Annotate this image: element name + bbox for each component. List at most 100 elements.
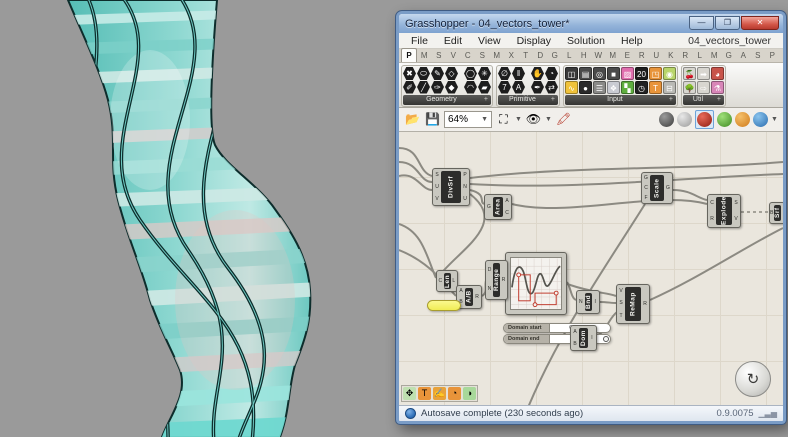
- text-widget-icon[interactable]: T: [418, 387, 431, 400]
- node-area[interactable]: GAreaAC: [484, 194, 512, 220]
- ball-red-icon[interactable]: ◕: [711, 67, 724, 80]
- tab-r-19[interactable]: R: [678, 49, 693, 62]
- preview-off-sphere-icon[interactable]: [659, 112, 674, 127]
- pencil-icon[interactable]: ✐: [403, 81, 416, 94]
- palette-tool-icon[interactable]: ❖: [607, 81, 620, 94]
- maximize-button[interactable]: ❐: [715, 16, 740, 30]
- input-port-v[interactable]: V: [617, 289, 625, 294]
- chevron-down-icon[interactable]: ▼: [771, 116, 778, 123]
- cherry-picker-icon[interactable]: 🍒: [683, 67, 696, 80]
- menu-item-solution[interactable]: Solution: [559, 35, 613, 47]
- menu-item-help[interactable]: Help: [613, 35, 651, 47]
- creeper-tool-icon[interactable]: ▚: [621, 81, 634, 94]
- preview-shaded-gem-icon-selected[interactable]: [695, 110, 714, 129]
- node-srf[interactable]: BSrf: [769, 202, 783, 224]
- input-port-f[interactable]: F: [642, 196, 650, 201]
- preview-shaded-gem-icon[interactable]: [697, 112, 712, 127]
- focus-extents-icon[interactable]: ⛶: [495, 111, 512, 128]
- chevron-down-icon[interactable]: ▼: [515, 116, 522, 123]
- input-port-a[interactable]: A: [457, 289, 465, 294]
- open-file-icon[interactable]: 📂: [404, 111, 421, 128]
- input-port-c[interactable]: C: [708, 201, 716, 206]
- sketch-widget-icon[interactable]: ✍: [433, 387, 446, 400]
- tab-s-5[interactable]: S: [475, 49, 490, 62]
- tree-icon[interactable]: 🌳: [683, 81, 696, 94]
- surface-icon[interactable]: ▰: [478, 81, 491, 94]
- input-port-g[interactable]: G: [485, 205, 493, 210]
- input-port-b[interactable]: B: [571, 342, 579, 347]
- hand-icon[interactable]: ✋: [531, 67, 544, 80]
- tab-r-16[interactable]: R: [635, 49, 650, 62]
- yellow-panel-capsule[interactable]: [427, 300, 461, 311]
- node-scale[interactable]: GCFScaleG: [641, 172, 673, 204]
- input-port-g[interactable]: G: [642, 176, 650, 181]
- arrow-hollow-icon[interactable]: ⇨: [697, 81, 710, 94]
- slider-tool-icon[interactable]: ◫: [565, 67, 578, 80]
- output-port-r[interactable]: R: [473, 295, 481, 300]
- tab-v-3[interactable]: V: [446, 49, 461, 62]
- plane-icon[interactable]: ◇: [445, 67, 458, 80]
- menu-item-edit[interactable]: Edit: [436, 35, 470, 47]
- output-port-r[interactable]: R: [641, 302, 649, 307]
- group-expand-icon[interactable]: +: [669, 95, 673, 105]
- graph-tool-icon[interactable]: ∿: [565, 81, 578, 94]
- number-icon[interactable]: 7: [498, 81, 511, 94]
- menu-item-display[interactable]: Display: [509, 35, 559, 47]
- swap-icon[interactable]: ⇄: [545, 81, 558, 94]
- output-port-r[interactable]: R: [500, 278, 507, 283]
- tab-k-18[interactable]: K: [664, 49, 679, 62]
- node-range[interactable]: DNRangeR: [485, 260, 508, 300]
- tab-x-7[interactable]: X: [504, 49, 519, 62]
- output-port-v[interactable]: V: [732, 217, 740, 222]
- tag-tool-icon[interactable]: T: [649, 81, 662, 94]
- output-port-u[interactable]: U: [461, 197, 469, 202]
- knob-tool-icon[interactable]: ◎: [593, 67, 606, 80]
- input-port-v[interactable]: V: [433, 197, 441, 202]
- input-port-u[interactable]: U: [433, 185, 441, 190]
- menu-item-file[interactable]: File: [403, 35, 436, 47]
- tab-m-1[interactable]: M: [417, 49, 432, 62]
- output-port-p[interactable]: P: [461, 173, 469, 178]
- relay-icon[interactable]: ➡: [697, 67, 710, 80]
- ball-orange-icon[interactable]: [735, 112, 750, 127]
- ink-icon[interactable]: ✒: [531, 81, 544, 94]
- preview-wire-sphere-icon[interactable]: [677, 112, 692, 127]
- canvas-navigation-compass[interactable]: ↻: [735, 361, 771, 397]
- output-port-s[interactable]: S: [732, 201, 740, 206]
- move-widget-icon[interactable]: ✥: [403, 387, 416, 400]
- input-port-s[interactable]: S: [433, 173, 441, 178]
- tab-e-15[interactable]: E: [620, 49, 635, 62]
- input-port-n[interactable]: N: [577, 300, 585, 305]
- pen-icon[interactable]: ✑: [431, 81, 444, 94]
- tab-s-24[interactable]: S: [751, 49, 766, 62]
- output-port-i[interactable]: I: [588, 336, 596, 341]
- diamond-icon[interactable]: ◆: [445, 81, 458, 94]
- output-port-a[interactable]: A: [503, 199, 511, 204]
- gradient-tool-icon[interactable]: ▨: [621, 67, 634, 80]
- tab-l-20[interactable]: L: [693, 49, 708, 62]
- tab-w-13[interactable]: W: [591, 49, 606, 62]
- node-explode[interactable]: CRExplodeSV: [707, 194, 741, 228]
- sphere-tool-icon[interactable]: ●: [579, 81, 592, 94]
- tab-d-9[interactable]: D: [533, 49, 548, 62]
- text-icon[interactable]: A: [512, 81, 525, 94]
- slider-knob[interactable]: [603, 336, 609, 342]
- preview-widget-icon[interactable]: ◑: [463, 387, 476, 400]
- spray-green-icon[interactable]: [717, 112, 732, 127]
- input-port-a[interactable]: A: [571, 330, 579, 335]
- list-tool-icon[interactable]: ☰: [593, 81, 606, 94]
- tab-l-11[interactable]: L: [562, 49, 577, 62]
- circle-icon[interactable]: ◯: [464, 67, 477, 80]
- tab-h-12[interactable]: H: [577, 49, 592, 62]
- null-item-icon[interactable]: ∅: [498, 67, 511, 80]
- group-expand-icon[interactable]: +: [717, 95, 721, 105]
- node-canvas[interactable]: Domain start 0.260 Domain end -0.760 ✥T✍…: [399, 132, 783, 405]
- graph-mapper-node[interactable]: [505, 252, 567, 315]
- menu-item-view[interactable]: View: [470, 35, 509, 47]
- group-expand-icon[interactable]: +: [484, 95, 488, 105]
- input-port-t[interactable]: T: [617, 314, 625, 319]
- sketch-icon[interactable]: ✎: [431, 67, 444, 80]
- output-port-i[interactable]: I: [592, 300, 600, 305]
- input-port-c[interactable]: C: [437, 279, 444, 284]
- sketch-pen-icon[interactable]: 🖍: [555, 111, 572, 128]
